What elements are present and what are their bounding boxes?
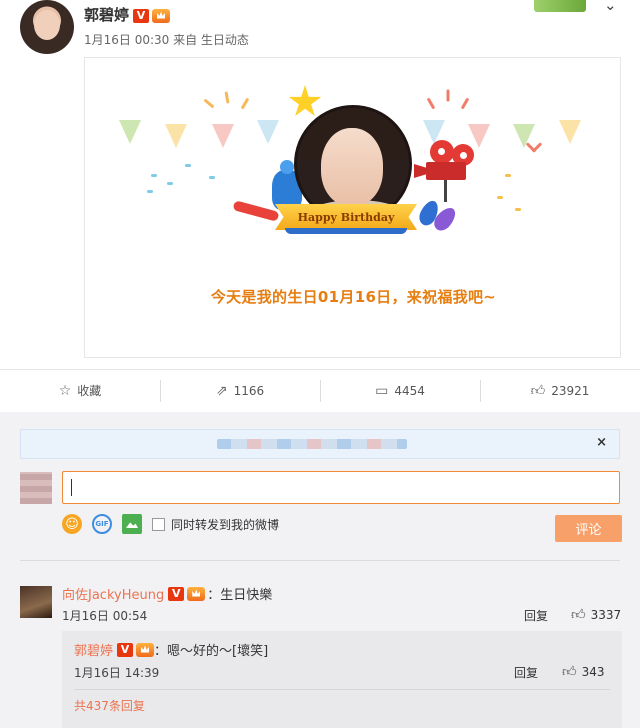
- bunting-flag: [257, 120, 279, 144]
- confetti: [151, 174, 157, 177]
- commenter-name[interactable]: 向佐JackyHeung: [62, 584, 164, 603]
- thumbs-up-icon: 👍︎: [562, 664, 577, 680]
- bunting-flag: [513, 124, 535, 148]
- confetti: [497, 196, 503, 199]
- confetti: [460, 97, 470, 110]
- repost-count: 1166: [233, 383, 265, 398]
- birthday-card[interactable]: Happy Birthday 今天是我的生日01月16日，来祝福我吧~: [84, 57, 621, 358]
- comment-like-button[interactable]: 👍︎ 3337: [571, 606, 621, 623]
- bunting-flag: [165, 124, 187, 148]
- emoji-icon[interactable]: ☺: [62, 514, 82, 534]
- thumbs-up-icon: 👍︎: [530, 383, 546, 399]
- confetti: [209, 176, 215, 179]
- comment-like-count: 3337: [590, 607, 622, 622]
- star-outline-icon: ☆: [58, 382, 72, 399]
- confetti: [224, 91, 230, 104]
- confetti: [203, 98, 215, 109]
- comment-button[interactable]: ▭ 4454: [320, 370, 480, 411]
- comment-section: × ☺ GIF 同时转发到我的微博 评论 向佐JackyHeung V ：生日快…: [0, 412, 640, 728]
- comment-tools: ☺ GIF 同时转发到我的微博: [62, 513, 279, 535]
- confetti: [185, 164, 191, 167]
- divider: [74, 689, 610, 690]
- confetti: [505, 174, 511, 177]
- text-caret: [71, 479, 72, 496]
- reply-button[interactable]: 回复: [514, 664, 538, 681]
- divider: [20, 560, 620, 561]
- author-avatar[interactable]: [20, 0, 74, 54]
- chevron-down-icon[interactable]: ⌄: [604, 0, 617, 14]
- blurred-notice-text: [217, 439, 407, 449]
- action-bar: ☆ 收藏 ⇗ 1166 ▭ 4454 👍︎ 23921: [0, 370, 640, 411]
- view-all-replies-link[interactable]: 共437条回复: [74, 697, 145, 714]
- confetti: [515, 208, 521, 211]
- member-crown-icon: [152, 8, 171, 23]
- confetti: [426, 97, 436, 110]
- notice-bar: ×: [20, 429, 620, 459]
- confetti: [147, 190, 153, 193]
- member-crown-icon: [187, 586, 206, 601]
- post-author-name[interactable]: 郭碧婷: [84, 6, 129, 24]
- member-crown-icon: [136, 642, 155, 657]
- like-button[interactable]: 👍︎ 23921: [480, 370, 640, 411]
- comment-header: 向佐JackyHeung V ：生日快樂: [62, 584, 272, 603]
- like-count: 23921: [551, 383, 590, 398]
- ribbon-shadow: [285, 228, 407, 234]
- reply-header: 郭碧婷 V ：嗯～好的～[壞笑]: [74, 640, 268, 659]
- reply-like-count: 343: [581, 664, 605, 679]
- happy-birthday-ribbon: Happy Birthday: [275, 204, 417, 230]
- reply-time: 1月16日 14:39: [74, 666, 160, 680]
- post-header: 郭碧婷 V 1月16日 00:30 来自 生日动态 ⌄: [0, 0, 640, 60]
- birthday-message: 今天是我的生日01月16日，来祝福我吧~: [210, 288, 497, 306]
- reply-text: ：嗯～好的～[壞笑]: [154, 644, 269, 659]
- my-avatar[interactable]: [20, 472, 52, 504]
- reply-thread: 郭碧婷 V ：嗯～好的～[壞笑] 1月16日 14:39 回复 👍︎ 343 共…: [62, 631, 622, 728]
- share-icon: ⇗: [215, 382, 228, 399]
- ribbon-text: Happy Birthday: [297, 210, 395, 224]
- confetti: [167, 182, 173, 185]
- bunting-flag: [119, 120, 141, 144]
- image-icon[interactable]: [122, 514, 142, 534]
- verified-badge-icon: V: [133, 8, 150, 23]
- comment-icon: ▭: [375, 382, 389, 399]
- repost-button[interactable]: ⇗ 1166: [160, 370, 320, 411]
- repost-checkbox-label: 同时转发到我的微博: [171, 517, 280, 532]
- top-thumbnail[interactable]: [534, 0, 586, 12]
- confetti: [240, 97, 250, 110]
- replier-name[interactable]: 郭碧婷: [74, 640, 113, 659]
- reply-like-button[interactable]: 👍︎ 343: [562, 663, 605, 680]
- verified-badge-icon: V: [168, 586, 185, 601]
- verified-badge-icon: V: [117, 642, 134, 657]
- repost-checkbox[interactable]: [152, 517, 165, 531]
- close-icon[interactable]: ×: [596, 435, 607, 450]
- comment-time: 1月16日 00:54: [62, 609, 148, 623]
- comment-text: ：生日快樂: [207, 588, 273, 603]
- thumbs-up-icon: 👍︎: [571, 607, 586, 623]
- post-author[interactable]: 郭碧婷 V: [84, 4, 171, 25]
- bunting-flag: [559, 120, 581, 144]
- commenter-avatar[interactable]: [20, 586, 52, 618]
- favorite-label: 收藏: [77, 384, 102, 398]
- comment-input[interactable]: [62, 471, 620, 504]
- submit-comment-button[interactable]: 评论: [555, 515, 622, 542]
- gif-icon[interactable]: GIF: [92, 514, 112, 534]
- bunting-flag: [212, 124, 234, 148]
- comment-count: 4454: [394, 383, 425, 398]
- confetti: [446, 89, 450, 102]
- favorite-button[interactable]: ☆ 收藏: [0, 370, 160, 411]
- movie-camera-icon: [414, 140, 478, 202]
- post-meta: 1月16日 00:30 来自 生日动态: [84, 33, 249, 47]
- reply-button[interactable]: 回复: [524, 607, 548, 624]
